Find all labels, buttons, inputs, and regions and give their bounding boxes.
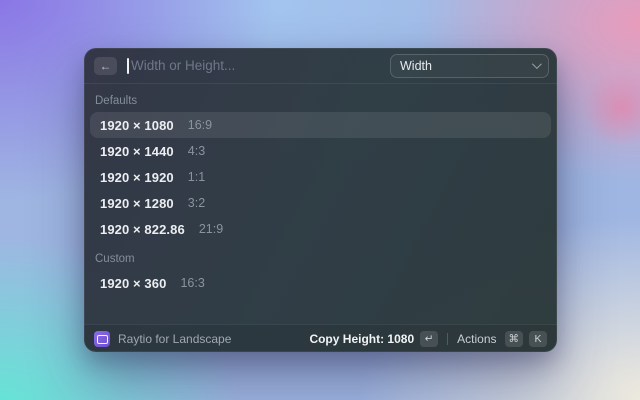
resolution-item[interactable]: 1920 × 1280 3:2 xyxy=(90,190,551,216)
dimension-dropdown[interactable]: Width xyxy=(390,53,549,78)
primary-action-label[interactable]: Copy Height: 1080 xyxy=(309,332,414,346)
chevron-down-icon xyxy=(531,59,542,70)
actions-button[interactable]: Actions xyxy=(457,332,496,346)
resolution-item[interactable]: 1920 × 822.86 21:9 xyxy=(90,216,551,242)
raycast-window: ← Width or Height... Width Defaults 1920 … xyxy=(84,48,557,352)
resolution-item[interactable]: 1920 × 1080 16:9 xyxy=(90,112,551,138)
resolution-ratio: 3:2 xyxy=(187,196,206,210)
resolution-size: 1920 × 360 xyxy=(100,275,167,291)
enter-key-icon[interactable]: ↵ xyxy=(420,330,439,347)
k-key-icon[interactable]: K xyxy=(529,330,547,347)
resolution-size: 1920 × 1440 xyxy=(100,143,174,159)
resolution-ratio: 21:9 xyxy=(198,222,224,236)
cmd-key-icon[interactable]: ⌘ xyxy=(504,330,523,347)
resolution-ratio: 16:9 xyxy=(187,118,213,132)
resolution-item[interactable]: 1920 × 1440 4:3 xyxy=(90,138,551,164)
resolution-ratio: 16:3 xyxy=(180,276,205,290)
back-button[interactable]: ← xyxy=(94,56,117,75)
section-header: Custom xyxy=(95,253,135,265)
section-custom: Custom 1920 × 360 16:3 xyxy=(90,252,551,296)
resolution-size: 1920 × 822.86 xyxy=(100,221,185,237)
resolution-ratio: 4:3 xyxy=(187,144,206,158)
resolution-item[interactable]: 1920 × 360 16:3 xyxy=(90,270,551,296)
resolution-size: 1920 × 1920 xyxy=(100,169,174,185)
section-header: Defaults xyxy=(95,95,138,107)
back-arrow-icon: ← xyxy=(99,58,112,73)
dropdown-value: Width xyxy=(400,58,432,73)
footer-divider xyxy=(447,332,449,345)
resolution-item[interactable]: 1920 × 1920 1:1 xyxy=(90,164,551,190)
results-list: Defaults 1920 × 1080 16:9 1920 × 1440 4:3 192… xyxy=(84,84,557,324)
text-cursor xyxy=(127,57,129,74)
section-defaults: Defaults 1920 × 1080 16:9 1920 × 1440 4:3 192… xyxy=(90,94,551,242)
resolution-size: 1920 × 1080 xyxy=(100,117,174,133)
resolution-size: 1920 × 1280 xyxy=(100,195,174,211)
footer-bar: Raytio for Landscape Copy Height: 1080 ↵… xyxy=(84,324,557,352)
raytio-app-icon xyxy=(94,330,110,347)
app-name-label: Raytio for Landscape xyxy=(118,331,232,346)
search-bar: ← Width or Height... Width xyxy=(84,48,557,84)
resolution-ratio: 1:1 xyxy=(187,170,206,184)
search-input[interactable]: Width or Height... xyxy=(131,58,390,73)
